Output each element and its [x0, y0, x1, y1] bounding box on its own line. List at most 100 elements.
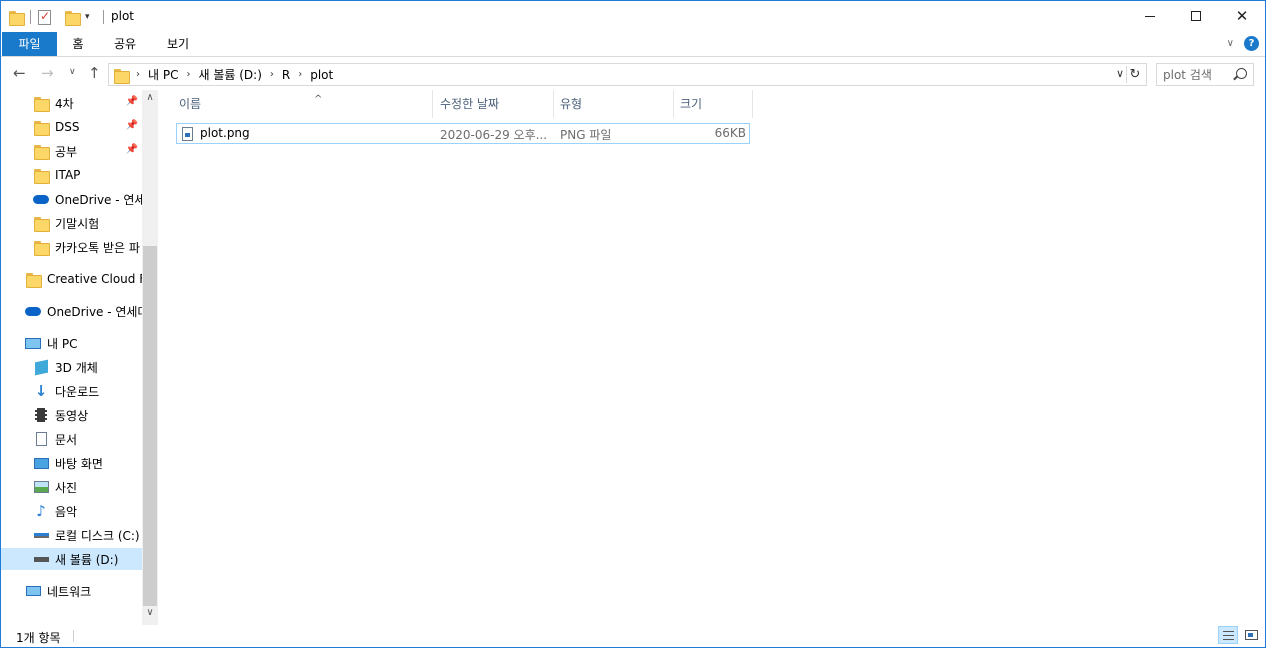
address-bar[interactable]: › 내 PC › 새 볼륨 (D:) › R › plot ∨ ↻ [108, 63, 1147, 86]
nav-scrollbar[interactable]: ∧ ∨ [142, 90, 158, 625]
nav-item-label: OneDrive - 연세대 [47, 304, 142, 319]
new-folder-icon[interactable] [65, 10, 81, 26]
folder-icon [33, 215, 50, 232]
recent-locations-chevron-icon[interactable]: ∨ [69, 67, 76, 77]
local-disk-icon [33, 527, 49, 543]
nav-item-label: 음악 [55, 504, 78, 519]
nav-item-label: 네트워크 [47, 584, 92, 599]
nav-item-onedrive-yonsei[interactable]: OneDrive - 연세 [1, 188, 142, 210]
nav-item-network[interactable]: 네트워크 [1, 580, 142, 602]
forward-arrow-icon[interactable]: → [41, 64, 54, 82]
expand-ribbon-chevron-icon[interactable]: ∨ [1227, 38, 1234, 49]
nav-item-this-pc[interactable]: 내 PC [1, 332, 142, 354]
nav-item-desktop[interactable]: 바탕 화면 [1, 452, 142, 474]
details-view-icon [1223, 631, 1234, 640]
large-icons-view-button[interactable] [1241, 626, 1261, 644]
breadcrumb-plot[interactable]: plot [310, 68, 333, 82]
search-box[interactable] [1156, 63, 1254, 86]
pin-icon[interactable]: 📌 [126, 144, 138, 155]
nav-item-label: 사진 [55, 480, 78, 495]
column-header-name[interactable]: 이름 ^ [173, 90, 433, 118]
minimize-button[interactable] [1127, 1, 1173, 31]
drive-icon [33, 551, 49, 567]
nav-item-downloads[interactable]: ↓ 다운로드 [1, 380, 142, 402]
nav-item-volume-d[interactable]: 새 볼륨 (D:) [1, 548, 142, 570]
scroll-up-chevron-icon[interactable]: ∧ [142, 92, 158, 108]
nav-item-label: 기말시험 [55, 216, 100, 231]
nav-item-onedrive[interactable]: OneDrive - 연세대 [1, 300, 142, 322]
pin-icon[interactable]: 📌 [126, 120, 138, 131]
back-arrow-icon[interactable]: ← [13, 64, 26, 82]
tab-home[interactable]: 홈 [61, 32, 95, 56]
table-row[interactable]: plot.png 2020-06-29 오후... PNG 파일 66KB [176, 123, 750, 144]
search-icon[interactable] [1236, 68, 1247, 79]
help-icon[interactable]: ? [1244, 36, 1259, 51]
folder-icon [33, 143, 50, 160]
customize-toolbar-chevron-icon[interactable]: ▾ [85, 12, 90, 22]
nav-item-itap[interactable]: ITAP [1, 164, 142, 186]
onedrive-icon [25, 303, 41, 319]
toolbar-divider [30, 10, 31, 24]
search-input[interactable] [1163, 67, 1233, 83]
nav-item-3d-objects[interactable]: 3D 개체 [1, 356, 142, 378]
nav-item-creative-cloud[interactable]: Creative Cloud Fil [1, 268, 142, 290]
breadcrumb-this-pc[interactable]: 내 PC [148, 66, 178, 83]
breadcrumb-drive-d[interactable]: 새 볼륨 (D:) [198, 66, 261, 83]
scrollbar-thumb[interactable] [143, 246, 157, 606]
nav-item-label: ITAP [55, 168, 81, 182]
item-count: 1개 항목 [16, 631, 61, 645]
nav-item-documents[interactable]: 문서 [1, 428, 142, 450]
maximize-button[interactable] [1173, 1, 1219, 31]
refresh-icon[interactable]: ↻ [1126, 66, 1143, 83]
title-bar: ▾ plot ✕ [1, 1, 1265, 32]
nav-item-label: 3D 개체 [55, 360, 98, 375]
nav-item-4cha[interactable]: 4차 📌 [1, 92, 142, 114]
chevron-right-icon[interactable]: › [270, 69, 274, 80]
file-explorer-window: ▾ plot ✕ 파일 홈 공유 보기 ∨ ? ← → ∨ ↑ [0, 0, 1266, 648]
pin-icon[interactable]: 📌 [126, 96, 138, 107]
up-arrow-icon[interactable]: ↑ [88, 64, 101, 82]
nav-item-label: 로컬 디스크 (C:) [55, 528, 140, 543]
nav-item-label: 문서 [55, 432, 78, 447]
nav-item-pictures[interactable]: 사진 [1, 476, 142, 498]
scroll-down-chevron-icon[interactable]: ∨ [142, 607, 158, 623]
nav-item-videos[interactable]: 동영상 [1, 404, 142, 426]
close-button[interactable]: ✕ [1219, 1, 1265, 31]
tab-file[interactable]: 파일 [2, 32, 57, 56]
chevron-right-icon[interactable]: › [186, 69, 190, 80]
column-header-label: 이름 [179, 97, 202, 111]
folder-icon [33, 239, 50, 256]
nav-item-label: OneDrive - 연세 [55, 192, 142, 207]
tab-share[interactable]: 공유 [105, 32, 145, 56]
nav-item-study[interactable]: 공부 📌 [1, 140, 142, 162]
nav-item-kakaotalk[interactable]: 카카오톡 받은 파 [1, 236, 142, 258]
address-history-chevron-icon[interactable]: ∨ [1116, 67, 1124, 80]
nav-item-music[interactable]: ♪ 음악 [1, 500, 142, 522]
folder-icon[interactable] [9, 10, 25, 26]
nav-item-label: 공부 [55, 144, 78, 159]
nav-item-label: 내 PC [47, 336, 78, 351]
breadcrumb-r[interactable]: R [282, 68, 290, 82]
creative-cloud-icon [25, 271, 42, 288]
sort-ascending-chevron-icon: ^ [314, 94, 323, 105]
ribbon-tabs: 파일 홈 공유 보기 ∨ ? [1, 32, 1265, 57]
chevron-right-icon[interactable]: › [136, 69, 140, 80]
status-bar: 1개 항목 [1, 625, 1265, 647]
status-divider [73, 630, 74, 642]
column-header-type[interactable]: 유형 [554, 90, 674, 118]
nav-item-label: 4차 [55, 96, 74, 111]
nav-item-final-exam[interactable]: 기말시험 [1, 212, 142, 234]
nav-item-local-disk-c[interactable]: 로컬 디스크 (C:) [1, 524, 142, 546]
column-header-date-modified[interactable]: 수정한 날짜 [434, 90, 554, 118]
tab-view[interactable]: 보기 [158, 32, 198, 56]
music-icon: ♪ [36, 502, 46, 520]
pictures-icon [33, 479, 49, 495]
file-type: PNG 파일 [560, 128, 612, 142]
details-view-button[interactable] [1218, 626, 1238, 644]
nav-item-dss[interactable]: DSS 📌 [1, 116, 142, 138]
column-header-size[interactable]: 크기 [674, 90, 753, 118]
large-icons-view-icon [1245, 630, 1258, 640]
properties-icon[interactable] [38, 9, 51, 25]
chevron-right-icon[interactable]: › [298, 69, 302, 80]
network-icon [25, 583, 41, 599]
